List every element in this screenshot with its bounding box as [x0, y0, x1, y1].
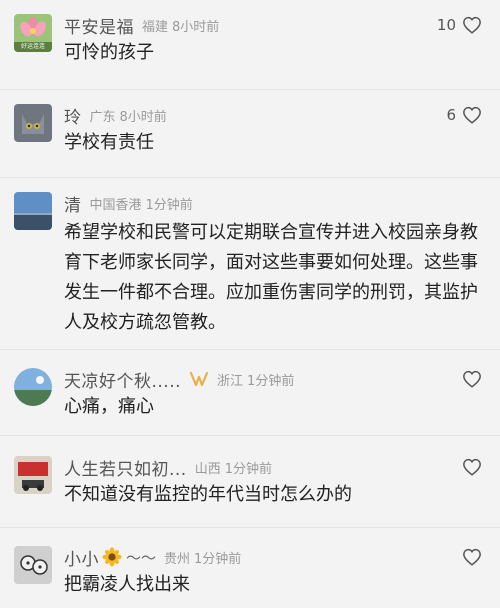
heart-outline-icon — [463, 106, 481, 124]
comment-meta: 天凉好个秋..... 浙江 1分钟前 — [64, 366, 294, 392]
location: 山西 — [194, 461, 221, 477]
comment-text: 可怜的孩子 — [64, 42, 154, 63]
like-button[interactable] — [462, 366, 482, 392]
avatar[interactable] — [14, 546, 52, 584]
heart-outline-icon — [463, 16, 481, 34]
comment-meta: 平安是福 福建 8小时前 — [64, 12, 219, 38]
username[interactable]: 玲 — [64, 103, 82, 128]
avatar[interactable] — [14, 368, 52, 406]
timestamp: 1分钟前 — [247, 373, 295, 389]
like-count: 10 — [436, 16, 456, 34]
location: 福建 — [142, 19, 169, 35]
like-button[interactable] — [462, 454, 482, 480]
vip-badge-icon — [189, 371, 209, 387]
avatar[interactable] — [14, 104, 52, 142]
comment-meta: 玲 广东 8小时前 — [64, 102, 167, 128]
like-count: 6 — [446, 106, 456, 124]
like-button[interactable]: 10 — [437, 12, 482, 38]
location: 贵州 — [164, 551, 191, 567]
comment-meta: 人生若只如初... 山西 1分钟前 — [64, 454, 272, 480]
comment-list: 好运连连 平安是福 福建 8小时前 可怜的孩子 10 玲 广东 8小时前 学校有… — [0, 0, 500, 608]
comment-item: 小小 ～～ 贵州 1分钟前 把霸凌人找出来 — [0, 528, 500, 608]
username[interactable]: 清 — [64, 191, 82, 216]
sunflower-emoji-icon — [102, 547, 122, 567]
timestamp: 8小时前 — [172, 19, 220, 35]
comment-text: 学校有责任 — [64, 132, 154, 153]
username[interactable]: 人生若只如初... — [64, 455, 187, 480]
like-button[interactable]: 6 — [446, 102, 482, 128]
location: 广东 — [89, 109, 116, 125]
comment-text: 不知道没有监控的年代当时怎么办的 — [64, 484, 352, 505]
timestamp: 1分钟前 — [194, 551, 242, 567]
avatar[interactable]: 好运连连 — [14, 14, 52, 52]
username[interactable]: 平安是福 — [64, 13, 134, 38]
location: 中国香港 — [89, 197, 142, 213]
avatar[interactable] — [14, 456, 52, 494]
username[interactable]: 天凉好个秋..... — [64, 367, 181, 392]
avatar-caption: 好运连连 — [20, 43, 45, 50]
heart-outline-icon — [463, 548, 481, 566]
location: 浙江 — [217, 373, 244, 389]
like-button[interactable] — [462, 544, 482, 570]
avatar[interactable] — [14, 192, 52, 230]
comment-text: 希望学校和民警可以定期联合宣传并进入校园亲身教育下老师家长同学，面对这些事要如何… — [64, 222, 478, 333]
comment-item: 好运连连 平安是福 福建 8小时前 可怜的孩子 10 — [0, 0, 500, 90]
comment-item: 天凉好个秋..... 浙江 1分钟前 心痛，痛心 — [0, 350, 500, 436]
comment-item: 清 中国香港 1分钟前 希望学校和民警可以定期联合宣传并进入校园亲身教育下老师家… — [0, 178, 500, 350]
username-suffix: ～～ — [126, 548, 157, 567]
timestamp: 8小时前 — [119, 109, 167, 125]
heart-outline-icon — [463, 370, 481, 388]
comment-meta: 清 中国香港 1分钟前 — [64, 190, 193, 216]
comment-text: 把霸凌人找出来 — [64, 574, 190, 595]
username[interactable]: 小小 — [64, 545, 99, 570]
timestamp: 1分钟前 — [224, 461, 273, 477]
comment-item: 玲 广东 8小时前 学校有责任 6 — [0, 90, 500, 178]
comment-text: 心痛，痛心 — [64, 396, 154, 417]
timestamp: 1分钟前 — [145, 197, 193, 213]
comment-item: 人生若只如初... 山西 1分钟前 不知道没有监控的年代当时怎么办的 — [0, 436, 500, 528]
comment-meta: 小小 ～～ 贵州 1分钟前 — [64, 544, 241, 570]
heart-outline-icon — [463, 458, 481, 476]
